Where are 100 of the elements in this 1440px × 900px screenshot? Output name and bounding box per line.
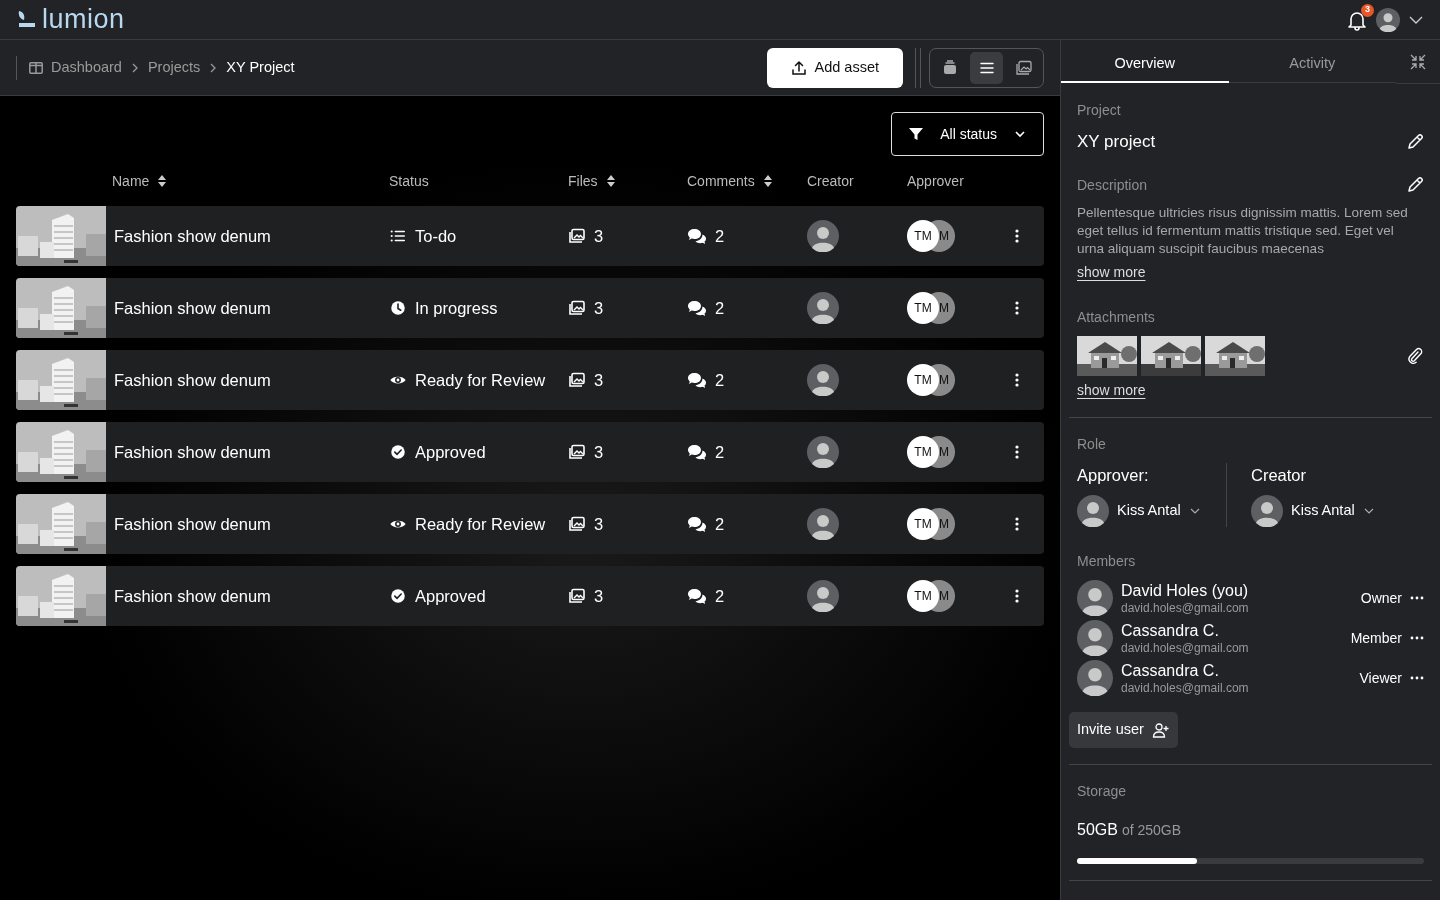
- comments-icon: [687, 227, 707, 245]
- member-avatar: [1077, 660, 1113, 697]
- images-icon: [568, 515, 586, 533]
- member-avatar: [1077, 580, 1113, 617]
- images-icon: [568, 443, 586, 461]
- kebab-icon: [1015, 517, 1019, 531]
- status-label: Ready for Review: [415, 369, 546, 391]
- kebab-icon: [1015, 373, 1019, 387]
- kebab-icon: [1015, 229, 1019, 243]
- add-asset-button[interactable]: Add asset: [766, 47, 903, 88]
- comment-count: 2: [715, 225, 725, 247]
- approver-avatar: TM: [907, 580, 939, 612]
- person-dropdown[interactable]: Kiss Antal: [1251, 495, 1421, 528]
- asset-name[interactable]: Fashion show denum: [114, 514, 271, 533]
- person-dropdown[interactable]: Kiss Antal: [1077, 495, 1226, 528]
- comment-count: 2: [715, 585, 725, 607]
- images-icon: [568, 587, 586, 605]
- role-title: Approver:: [1077, 464, 1150, 486]
- filter-icon: [908, 126, 925, 142]
- file-count: 3: [594, 585, 604, 607]
- sort-icon[interactable]: [762, 174, 773, 188]
- asset-name[interactable]: Fashion show denum: [114, 298, 271, 317]
- status-filter-dropdown[interactable]: All status: [891, 112, 1044, 156]
- storage-used: 50GB: [1077, 820, 1118, 841]
- status-label: In progress: [415, 297, 498, 319]
- comment-count: 2: [715, 513, 725, 535]
- file-count: 3: [594, 441, 604, 463]
- member-email: david.holes@gmail.com: [1121, 601, 1250, 616]
- pencil-icon[interactable]: [1406, 176, 1424, 194]
- status-label: To-do: [415, 225, 457, 247]
- breadcrumb-link[interactable]: Projects: [147, 56, 201, 79]
- column-header[interactable]: Files: [568, 170, 598, 192]
- more-icon[interactable]: [1410, 596, 1424, 601]
- section-label: Attachments: [1077, 307, 1156, 327]
- comments-icon: [687, 443, 707, 461]
- pencil-icon[interactable]: [1406, 132, 1424, 151]
- comments-icon: [687, 515, 707, 533]
- sort-icon[interactable]: [157, 174, 168, 188]
- column-header[interactable]: Name: [112, 170, 150, 192]
- creator-avatar: [807, 436, 839, 468]
- panel-tab[interactable]: Overview: [1061, 41, 1229, 83]
- asset-name[interactable]: Fashion show denum: [114, 226, 271, 245]
- member-avatar: [1077, 620, 1113, 657]
- comments-icon: [687, 371, 707, 389]
- section-label: Description: [1077, 175, 1148, 195]
- more-icon[interactable]: [1410, 636, 1424, 641]
- asset-name[interactable]: Fashion show denum: [114, 370, 271, 389]
- add-user-icon: [1151, 722, 1170, 739]
- sort-icon[interactable]: [605, 174, 616, 188]
- images-icon: [568, 227, 586, 245]
- asset-name[interactable]: Fashion show denum: [114, 442, 271, 461]
- paperclip-icon[interactable]: [1406, 346, 1424, 365]
- more-icon[interactable]: [1410, 676, 1424, 681]
- approver-avatar: TM: [907, 436, 939, 468]
- logo-text: lumion: [42, 6, 125, 33]
- images-icon: [568, 299, 586, 317]
- comment-count: 2: [715, 441, 725, 463]
- view-toggle-button[interactable]: [970, 51, 1003, 84]
- breadcrumb-link[interactable]: XY Project: [226, 56, 295, 79]
- column-header[interactable]: Approver: [907, 170, 964, 192]
- person-avatar: [1251, 495, 1283, 528]
- member-role: Owner: [1360, 588, 1402, 608]
- comments-icon: [687, 299, 707, 317]
- file-count: 3: [594, 297, 604, 319]
- asset-name[interactable]: Fashion show denum: [114, 586, 271, 605]
- approver-avatar: TM: [907, 364, 939, 396]
- images-icon: [568, 371, 586, 389]
- creator-avatar: [807, 580, 839, 612]
- check-circle-icon: [389, 587, 407, 605]
- status-label: Approved: [415, 585, 486, 607]
- role-title: Creator: [1251, 464, 1308, 486]
- check-circle-icon: [389, 443, 407, 461]
- column-header[interactable]: Status: [389, 170, 429, 192]
- invite-user-button[interactable]: Invite user: [1069, 712, 1178, 749]
- notification-badge: 3: [1361, 3, 1374, 17]
- storage-total: of 250GB: [1121, 821, 1182, 841]
- member-role: Viewer: [1359, 668, 1402, 688]
- project-name: XY project: [1077, 131, 1156, 153]
- upload-icon: [790, 59, 807, 76]
- comment-count: 2: [715, 369, 725, 391]
- column-header[interactable]: Creator: [807, 170, 854, 192]
- file-count: 3: [594, 513, 604, 535]
- member-email: david.holes@gmail.com: [1121, 681, 1250, 696]
- show-more-link[interactable]: show more: [1077, 263, 1146, 280]
- member-name: Cassandra C.: [1121, 621, 1220, 641]
- creator-avatar: [807, 292, 839, 324]
- collapse-icon[interactable]: [1410, 53, 1426, 70]
- description-text: Pellentesque ultricies risus dignissim mattis. Lorem sed eget tellus id fermentum mattis tristique sed. Eget vel urna aliquam suscipit faucibus maecenas: [1077, 203, 1409, 258]
- layout-icon: [29, 61, 43, 74]
- panel-tab[interactable]: Activity: [1228, 41, 1396, 83]
- member-email: david.holes@gmail.com: [1121, 641, 1250, 656]
- clock-icon: [389, 299, 407, 317]
- member-name: David Holes (you): [1121, 581, 1250, 601]
- creator-avatar: [807, 220, 839, 252]
- column-header[interactable]: Comments: [687, 170, 755, 192]
- breadcrumb-link[interactable]: Dashboard: [51, 56, 122, 79]
- creator-avatar: [807, 364, 839, 396]
- user-avatar: [1376, 7, 1400, 32]
- show-more-link[interactable]: show more: [1077, 381, 1146, 398]
- person-avatar: [1077, 495, 1109, 528]
